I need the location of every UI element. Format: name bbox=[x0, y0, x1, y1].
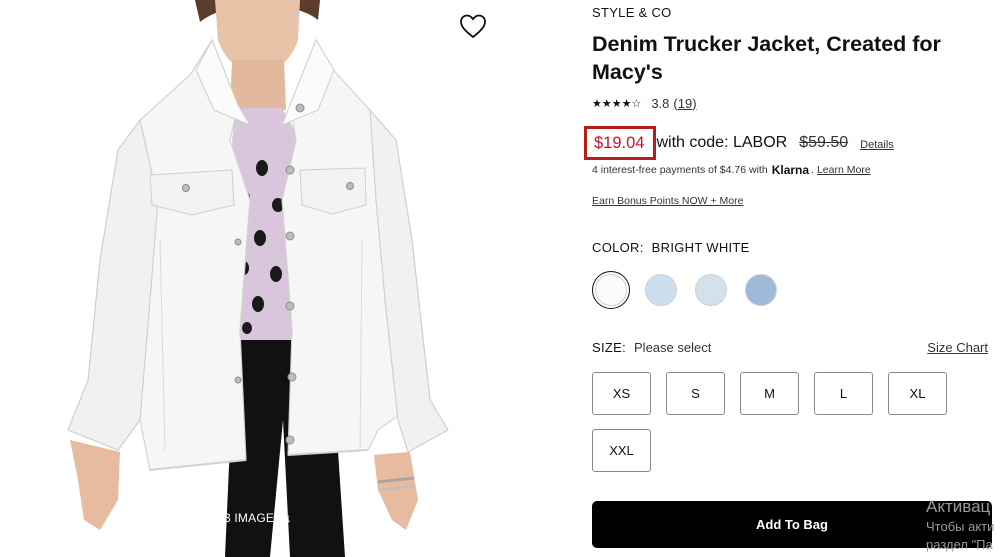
color-swatch[interactable] bbox=[592, 271, 630, 309]
size-option-xs[interactable]: XS bbox=[592, 372, 651, 415]
size-option-m[interactable]: M bbox=[740, 372, 799, 415]
size-option-s[interactable]: S bbox=[666, 372, 725, 415]
rating-summary[interactable]: ★★★★☆ 3.8 (19) bbox=[592, 94, 697, 112]
sale-price: $19.04 bbox=[594, 133, 645, 152]
color-swatch-fill bbox=[745, 274, 777, 306]
size-label: SIZE: bbox=[592, 340, 627, 355]
color-label: COLOR: bbox=[592, 240, 644, 255]
price-details-link[interactable]: Details bbox=[860, 139, 894, 151]
rating-stars: ★★★★☆ bbox=[592, 97, 642, 110]
color-swatch[interactable] bbox=[642, 271, 680, 309]
size-selection-header: SIZE: Please select Size Chart bbox=[592, 340, 988, 355]
color-swatch-fill bbox=[695, 274, 727, 306]
product-image-gallery[interactable]: 3 IMAGES ↓ bbox=[0, 0, 500, 557]
original-price: $59.50 bbox=[799, 134, 849, 151]
color-swatch[interactable] bbox=[742, 271, 780, 309]
sale-price-highlight: $19.04 bbox=[584, 126, 657, 160]
size-option-xxl[interactable]: XXL bbox=[592, 429, 651, 472]
klarna-payments: 4 interest-free payments of $4.76 with K… bbox=[592, 163, 871, 177]
rating-average: 3.8 bbox=[651, 95, 670, 111]
product-photo[interactable] bbox=[0, 0, 500, 557]
promo-code-text: with code: LABOR bbox=[656, 134, 788, 151]
klarna-text: 4 interest-free payments of $4.76 with bbox=[592, 164, 768, 176]
images-count-button[interactable]: 3 IMAGES ↓ bbox=[214, 506, 302, 530]
images-count-label: 3 IMAGES ↓ bbox=[223, 511, 293, 525]
size-option-xl[interactable]: XL bbox=[888, 372, 947, 415]
color-swatch-fill bbox=[645, 274, 677, 306]
color-swatch[interactable] bbox=[692, 271, 730, 309]
color-selection-label: COLOR: BRIGHT WHITE bbox=[592, 240, 750, 255]
review-count-link[interactable]: (19) bbox=[673, 96, 696, 111]
add-to-bag-button[interactable]: Add To Bag bbox=[592, 501, 992, 548]
price-row: $19.04 with code: LABOR $59.50 Details bbox=[584, 126, 894, 160]
size-chart-link[interactable]: Size Chart bbox=[927, 340, 988, 355]
color-swatch-fill bbox=[595, 274, 627, 306]
size-option-l[interactable]: L bbox=[814, 372, 873, 415]
brand-name[interactable]: STYLE & CO bbox=[592, 5, 672, 20]
review-count: 19 bbox=[677, 95, 693, 111]
heart-icon[interactable] bbox=[458, 12, 488, 40]
klarna-period: . bbox=[811, 164, 814, 176]
selected-color: BRIGHT WHITE bbox=[651, 240, 750, 255]
klarna-learn-more-link[interactable]: Learn More bbox=[817, 164, 871, 176]
size-options: XS S M L XL XXL bbox=[592, 372, 992, 486]
color-swatches bbox=[592, 271, 792, 309]
size-placeholder: Please select bbox=[634, 340, 712, 355]
klarna-logo: Klarna bbox=[771, 163, 810, 177]
product-details: STYLE & CO Denim Trucker Jacket, Created… bbox=[584, 0, 1006, 557]
bonus-points-link[interactable]: Earn Bonus Points NOW + More bbox=[592, 195, 743, 207]
product-title: Denim Trucker Jacket, Created for Macy's bbox=[592, 32, 941, 84]
